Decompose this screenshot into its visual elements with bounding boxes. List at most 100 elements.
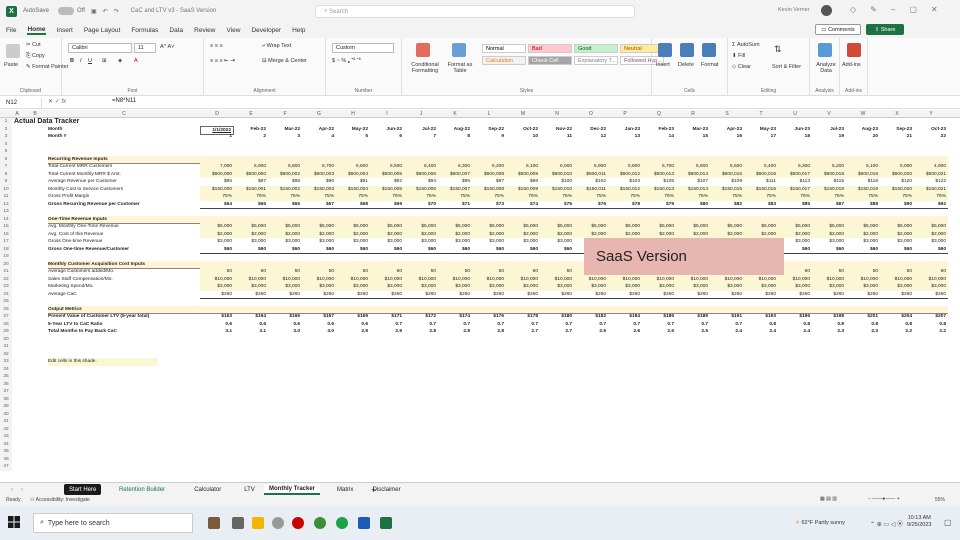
insert-cells-icon[interactable] (658, 43, 672, 57)
table-cell[interactable]: 75% (642, 193, 676, 201)
taskbar-search[interactable]: ⌕ Type here to search (33, 513, 193, 533)
table-cell[interactable]: 0.8 (778, 321, 812, 329)
table-cell[interactable]: $10,000 (574, 275, 608, 283)
table-cell[interactable]: May-23 (744, 126, 778, 134)
table-cell[interactable]: 0.7 (438, 321, 472, 329)
column-header-A[interactable]: A (12, 110, 22, 118)
table-cell[interactable]: $3,000 (846, 238, 880, 246)
table-cell[interactable]: $5,000 (506, 223, 540, 231)
table-cell[interactable]: $600,008 (472, 170, 506, 178)
app-icon[interactable] (358, 517, 370, 529)
share-button[interactable]: ⇧ Share (866, 24, 904, 35)
table-cell[interactable]: 75% (370, 193, 404, 201)
column-header-C[interactable]: C (48, 110, 200, 118)
row-number[interactable]: 46 (0, 455, 12, 463)
table-cell[interactable]: $3,000 (506, 238, 540, 246)
table-cell[interactable]: $97 (472, 178, 506, 186)
table-cell[interactable]: $600,011 (574, 170, 608, 178)
table-cell[interactable]: 0.7 (472, 321, 506, 329)
table-cell[interactable]: $150,014 (676, 185, 710, 193)
table-cell[interactable]: 5,100 (846, 163, 880, 171)
table-cell[interactable]: $5,000 (540, 223, 574, 231)
table-cell[interactable]: $2,000 (302, 230, 336, 238)
table-cell[interactable]: 6,300 (438, 163, 472, 171)
table-cell[interactable]: $5,000 (574, 223, 608, 231)
table-cell[interactable]: 6 (370, 133, 404, 141)
cell-style-5[interactable]: Check Cell (528, 56, 572, 65)
row-number[interactable]: 38 (0, 395, 12, 403)
table-cell[interactable]: $150,016 (744, 185, 778, 193)
table-cell[interactable]: 50 (472, 268, 506, 276)
table-cell[interactable]: 75% (880, 193, 914, 201)
table-cell[interactable]: Dec-22 (574, 126, 608, 134)
table-cell[interactable]: $2,000 (778, 230, 812, 238)
table-cell[interactable]: 0.7 (676, 321, 710, 329)
table-cell[interactable]: $113 (778, 178, 812, 186)
table-cell[interactable]: 5 (336, 133, 370, 141)
table-cell[interactable]: 3.0 (302, 328, 336, 336)
row-label[interactable]: Month (48, 126, 200, 134)
row-number[interactable]: 44 (0, 440, 12, 448)
table-cell[interactable]: $600,017 (778, 170, 812, 178)
row-number[interactable]: 34 (0, 365, 12, 373)
document-title[interactable]: CaC and LTV v3 - SaaS Version (131, 8, 217, 14)
table-cell[interactable]: 0.8 (846, 321, 880, 329)
table-cell[interactable]: $3,000 (302, 283, 336, 291)
undo-icon[interactable]: ↶ (103, 8, 108, 15)
table-cell[interactable]: 50 (268, 268, 302, 276)
menu-page-layout[interactable]: Page Layout (84, 27, 121, 34)
table-cell[interactable]: $3,000 (472, 283, 506, 291)
table-cell[interactable]: $600,000 (200, 170, 234, 178)
table-cell[interactable]: $3,000 (744, 283, 778, 291)
table-cell[interactable]: 4 (302, 133, 336, 141)
table-cell[interactable]: $600,020 (880, 170, 914, 178)
table-cell[interactable]: $10,000 (676, 275, 710, 283)
table-cell[interactable]: 2.9 (336, 328, 370, 336)
menu-data[interactable]: Data (169, 27, 183, 34)
table-cell[interactable]: $5,000 (200, 223, 234, 231)
table-cell[interactable]: $5,000 (608, 223, 642, 231)
cell-style-2[interactable]: Good (574, 44, 618, 53)
bold-icon[interactable]: B (70, 58, 74, 64)
table-cell[interactable]: 0.8 (880, 321, 914, 329)
table-cell[interactable]: 0.8 (812, 321, 846, 329)
table-cell[interactable]: 50 (812, 268, 846, 276)
column-header-V[interactable]: V (812, 110, 846, 118)
table-cell[interactable]: $171 (370, 313, 404, 321)
table-cell[interactable]: 2.7 (540, 328, 574, 336)
table-cell[interactable]: 2.6 (608, 328, 642, 336)
table-cell[interactable]: 16 (710, 133, 744, 141)
copy-button[interactable]: ⎘ Copy (26, 53, 45, 60)
table-cell[interactable]: $107 (676, 178, 710, 186)
cell-style-0[interactable]: Normal (482, 44, 526, 53)
table-cell[interactable]: $5,000 (676, 223, 710, 231)
menu-home[interactable]: Home (27, 26, 46, 35)
table-cell[interactable]: 12 (574, 133, 608, 141)
table-cell[interactable]: $95 (438, 178, 472, 186)
table-cell[interactable]: $91 (336, 178, 370, 186)
table-cell[interactable]: 13 (608, 133, 642, 141)
table-cell[interactable]: 0.6 (302, 321, 336, 329)
currency-icon[interactable]: $ ~ % ❟ ⁺⁰ ⁻⁰ (332, 58, 361, 65)
insert-label[interactable]: Insert (656, 62, 670, 68)
table-cell[interactable]: Jul-22 (404, 126, 438, 134)
number-format-select[interactable]: Custom (332, 43, 394, 53)
table-cell[interactable]: $600,004 (336, 170, 370, 178)
table-cell[interactable]: $600,005 (370, 170, 404, 178)
column-header-G[interactable]: G (302, 110, 336, 118)
row-number[interactable]: 19 (0, 253, 12, 261)
search-box[interactable]: ⌕ Search (315, 5, 635, 18)
table-cell[interactable]: 6,100 (506, 163, 540, 171)
row-number[interactable]: 1 (0, 118, 12, 126)
table-cell[interactable]: $201 (846, 313, 880, 321)
column-header-T[interactable]: T (744, 110, 778, 118)
table-cell[interactable]: $118 (846, 178, 880, 186)
table-cell[interactable]: 11 (540, 133, 574, 141)
delete-cells-icon[interactable] (680, 43, 694, 57)
column-header-X[interactable]: X (880, 110, 914, 118)
table-cell[interactable]: $5,000 (234, 223, 268, 231)
table-cell[interactable]: $150,009 (506, 185, 540, 193)
row-number[interactable]: 17 (0, 238, 12, 246)
table-cell[interactable]: 0.7 (642, 321, 676, 329)
table-cell[interactable]: $94 (404, 178, 438, 186)
